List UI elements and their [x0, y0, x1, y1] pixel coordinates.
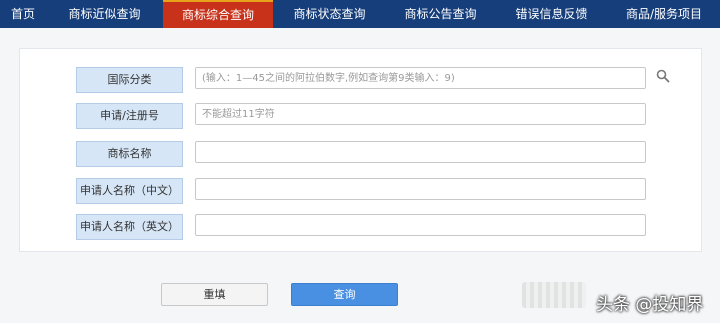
field-label: 申请人名称（中文） [76, 178, 183, 204]
reset-button[interactable]: 重填 [161, 283, 268, 306]
nav-item-announcement-search[interactable]: 商标公告查询 [386, 0, 495, 28]
applicant-name-en-input[interactable] [195, 214, 646, 236]
trademark-name-input[interactable] [195, 141, 646, 163]
watermark: 头条 @投知界 [596, 295, 704, 315]
form-row-international-class: 国际分类 [20, 67, 701, 93]
nav-item-home[interactable]: 首页 [0, 0, 46, 28]
form-row-application-number: 申请/注册号 [20, 103, 701, 129]
form-row-applicant-name-cn: 申请人名称（中文） [20, 178, 701, 204]
application-number-input[interactable] [195, 103, 646, 125]
field-label: 申请人名称（英文） [76, 214, 183, 240]
top-navigation: 首页 商标近似查询 商标综合查询 商标状态查询 商标公告查询 错误信息反馈 商品… [0, 0, 720, 28]
nav-item-comprehensive-search[interactable]: 商标综合查询 [163, 0, 273, 28]
form-row-applicant-name-en: 申请人名称（英文） [20, 214, 701, 240]
search-form-panel: 国际分类 申请/注册号 商标名称 申请人名称（中文） 申请人名称（英文） [19, 48, 702, 252]
search-icon[interactable] [656, 69, 670, 83]
nav-item-similar-search[interactable]: 商标近似查询 [46, 0, 163, 28]
applicant-name-cn-input[interactable] [195, 178, 646, 200]
field-label: 商标名称 [76, 141, 183, 167]
international-class-input[interactable] [195, 67, 646, 89]
field-label: 国际分类 [76, 67, 183, 93]
form-row-trademark-name: 商标名称 [20, 141, 701, 167]
search-button[interactable]: 查询 [291, 283, 398, 306]
nav-item-error-feedback[interactable]: 错误信息反馈 [495, 0, 608, 28]
blurred-area [522, 282, 586, 308]
field-label: 申请/注册号 [76, 103, 183, 129]
nav-item-goods-services[interactable]: 商品/服务项目 [608, 0, 720, 28]
nav-item-status-search[interactable]: 商标状态查询 [273, 0, 386, 28]
